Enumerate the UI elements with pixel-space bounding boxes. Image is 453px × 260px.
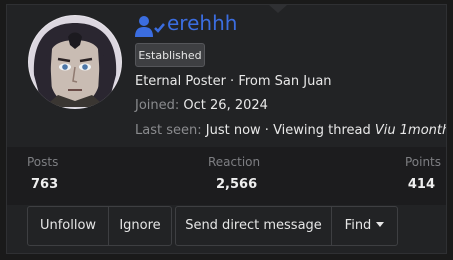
last-seen-line: Last seen: Just now · Viewing thread Viu… bbox=[135, 123, 446, 138]
posts-value[interactable]: 763 bbox=[31, 177, 58, 192]
chevron-down-icon bbox=[376, 222, 385, 227]
send-message-button[interactable]: Send direct message bbox=[176, 207, 331, 245]
user-location: From San Juan bbox=[238, 74, 332, 89]
joined-line: Joined: Oct 26, 2024 bbox=[135, 98, 268, 113]
ignore-button[interactable]: Ignore bbox=[108, 207, 171, 245]
find-label: Find bbox=[344, 218, 372, 233]
last-seen-label: Last seen: bbox=[135, 123, 202, 138]
find-dropdown-button[interactable]: Find bbox=[331, 207, 397, 245]
follow-button-group: Unfollow Ignore bbox=[27, 206, 172, 246]
status-badge: Established bbox=[135, 43, 205, 67]
member-tooltip-card: erehhh Established Eternal Poster · From… bbox=[6, 4, 447, 254]
separator: · bbox=[260, 123, 274, 138]
user-title: Eternal Poster bbox=[135, 74, 226, 89]
thread-link[interactable]: Viu 1month bbox=[375, 123, 446, 138]
avatar[interactable] bbox=[28, 15, 122, 109]
unfollow-button[interactable]: Unfollow bbox=[28, 207, 108, 245]
joined-label: Joined: bbox=[135, 98, 180, 113]
joined-date: Oct 26, 2024 bbox=[183, 98, 268, 113]
user-title-line: Eternal Poster · From San Juan bbox=[135, 74, 332, 89]
reaction-value[interactable]: 2,566 bbox=[216, 177, 257, 192]
separator: · bbox=[225, 74, 239, 89]
posts-label: Posts bbox=[27, 155, 59, 169]
points-label: Points bbox=[404, 155, 441, 169]
points-value[interactable]: 414 bbox=[408, 177, 435, 192]
tooltip-arrow bbox=[269, 5, 287, 13]
username[interactable]: erehhh bbox=[167, 11, 237, 35]
message-button-group: Send direct message Find bbox=[175, 206, 398, 246]
user-check-icon bbox=[135, 15, 165, 39]
stats-bar: Posts 763 Reaction 2,566 Points 414 bbox=[7, 147, 446, 205]
activity-text: Viewing thread bbox=[273, 123, 371, 138]
last-seen-value: Just now bbox=[205, 123, 261, 138]
reaction-label: Reaction bbox=[208, 155, 261, 169]
